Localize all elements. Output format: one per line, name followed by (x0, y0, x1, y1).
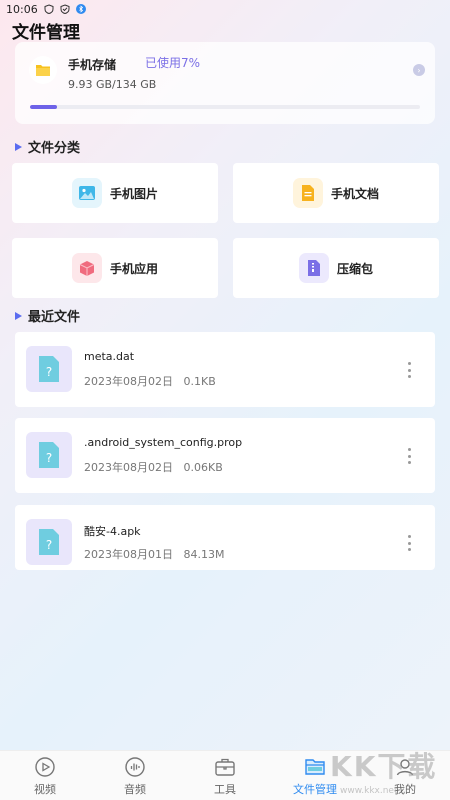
category-label: 手机应用 (109, 261, 158, 276)
file-meta: 2023年08月02日 0.1KB (84, 373, 216, 389)
category-documents[interactable]: 手机文档 (233, 163, 439, 223)
recent-file-row[interactable]: ? .android_system_config.prop 2023年08月02… (15, 418, 435, 493)
file-meta: 2023年08月02日 0.06KB (84, 459, 223, 475)
unknown-file-icon: ? (26, 519, 72, 565)
tab-tools[interactable]: 工具 (180, 751, 270, 800)
file-name: meta.dat (84, 350, 135, 363)
categories-section-title: 文件分类 (28, 141, 81, 156)
recent-section-title: 最近文件 (28, 310, 81, 325)
status-time: 10:06 (6, 2, 38, 16)
storage-progress-bar (30, 105, 420, 109)
document-icon (292, 178, 323, 208)
file-name: .android_system_config.prop (84, 436, 243, 449)
tab-label: 音频 (124, 782, 146, 796)
recent-section-header: 最近文件 (15, 306, 80, 325)
zip-icon (298, 253, 329, 283)
more-vertical-icon[interactable] (401, 533, 417, 553)
toolbox-icon (214, 756, 236, 778)
file-date: 2023年08月02日 (84, 375, 173, 388)
tab-label: 工具 (214, 782, 236, 796)
file-name: 酷安-4.apk (84, 525, 141, 538)
svg-text:?: ? (46, 538, 52, 552)
svg-text:?: ? (46, 365, 52, 379)
category-archives[interactable]: 压缩包 (233, 238, 439, 298)
category-label: 手机文档 (330, 186, 379, 201)
watermark-url: www.kkx.net (340, 786, 398, 796)
storage-card[interactable]: 手机存储 已使用7% 9.93 GB/134 GB › (15, 42, 435, 124)
file-size: 0.06KB (183, 461, 223, 474)
storage-size: 9.93 GB/134 GB (68, 78, 157, 91)
file-size: 84.13M (183, 548, 225, 561)
tab-video[interactable]: 视频 (0, 751, 90, 800)
shield-icon (44, 4, 54, 14)
section-marker-icon (15, 142, 22, 151)
storage-used-label: 已使用7% (145, 56, 201, 70)
app-cube-icon (71, 253, 102, 283)
category-apps[interactable]: 手机应用 (12, 238, 218, 298)
file-date: 2023年08月02日 (84, 461, 173, 474)
file-date: 2023年08月01日 (84, 548, 173, 561)
category-images[interactable]: 手机图片 (12, 163, 218, 223)
unknown-file-icon: ? (26, 432, 72, 478)
section-marker-icon (15, 311, 22, 320)
more-vertical-icon[interactable] (401, 446, 417, 466)
folder-icon (304, 756, 326, 778)
storage-name: 手机存储 (68, 58, 117, 72)
tab-label: 视频 (34, 782, 56, 796)
unknown-file-icon: ? (26, 346, 72, 392)
categories-section-header: 文件分类 (15, 137, 80, 156)
more-vertical-icon[interactable] (401, 360, 417, 380)
folder-icon (29, 56, 57, 84)
category-label: 压缩包 (336, 261, 373, 276)
svg-text:?: ? (46, 451, 52, 465)
watermark-logo: KK下载 (330, 750, 438, 783)
image-icon (71, 178, 102, 208)
video-icon (34, 756, 56, 778)
bluetooth-icon (75, 4, 86, 14)
recent-file-row[interactable]: ? 酷安-4.apk 2023年08月01日 84.13M (15, 505, 435, 570)
audio-icon (124, 756, 146, 778)
file-size: 0.1KB (183, 375, 216, 388)
page-title: 文件管理 (12, 23, 80, 43)
status-bar: 10:06 (0, 0, 450, 18)
storage-progress-fill (30, 105, 58, 109)
recent-file-row[interactable]: ? meta.dat 2023年08月02日 0.1KB (15, 332, 435, 407)
shield-check-icon (60, 4, 70, 14)
chevron-right-icon[interactable]: › (413, 64, 425, 76)
file-meta: 2023年08月01日 84.13M (84, 546, 224, 562)
tab-audio[interactable]: 音频 (90, 751, 180, 800)
category-label: 手机图片 (109, 186, 158, 201)
